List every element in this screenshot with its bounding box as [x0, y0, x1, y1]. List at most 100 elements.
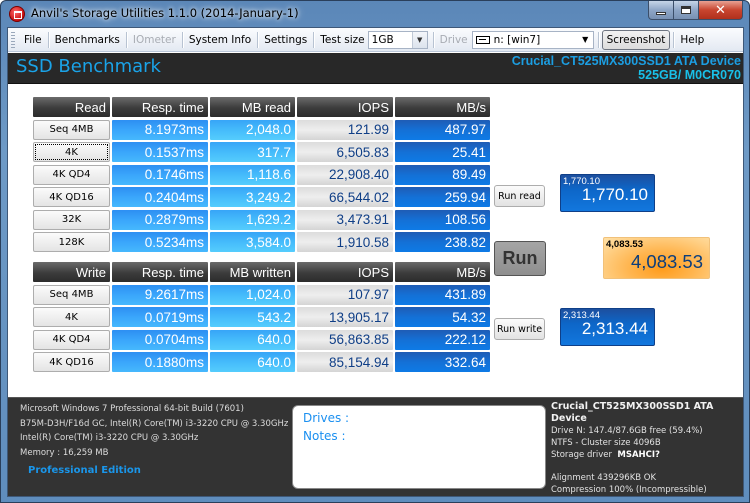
- title-bar[interactable]: Anvil's Storage Utilities 1.1.0 (2014-Ja…: [1, 1, 749, 27]
- header-band: SSD Benchmark Crucial_CT525MX300SSD1 ATA…: [8, 53, 743, 84]
- col-header-mbs: MB/s: [395, 262, 490, 282]
- mb-cell: 317.7: [210, 142, 295, 162]
- resp-time-cell: 0.0704ms: [112, 329, 208, 350]
- run-test-button[interactable]: 4K QD16: [33, 187, 110, 207]
- resp-time-cell: 0.1746ms: [112, 164, 208, 185]
- mb-cell: 640.0: [210, 329, 295, 350]
- col-header-read: Read: [33, 97, 110, 117]
- table-row: Seq 4MB 8.1973ms 2,048.0 121.99 487.97: [33, 119, 492, 141]
- table-row: 32K 0.2879ms 1,629.2 3,473.91 108.56: [33, 209, 492, 231]
- system-info-footer: Microsoft Windows 7 Professional 64-bit …: [8, 397, 743, 496]
- col-header-iops: IOPS: [297, 262, 393, 282]
- test-size-value: 1GB: [371, 33, 394, 46]
- notes-box[interactable]: Drives : Notes :: [292, 405, 546, 489]
- anvil-app-icon: [9, 6, 25, 22]
- run-test-button[interactable]: Seq 4MB: [33, 119, 110, 140]
- mbs-cell: 487.97: [395, 119, 490, 140]
- test-size-select[interactable]: 1GB ▼: [367, 30, 428, 49]
- drive-value: n: [win7]: [493, 33, 541, 46]
- iops-cell: 121.99: [297, 119, 393, 140]
- iops-cell: 6,505.83: [297, 142, 393, 162]
- run-test-button[interactable]: 4K QD16: [33, 352, 110, 372]
- chevron-down-icon[interactable]: ▼: [577, 31, 593, 48]
- run-test-button[interactable]: 128K: [33, 232, 110, 252]
- mb-cell: 2,048.0: [210, 119, 295, 140]
- run-write-button[interactable]: Run write: [494, 318, 545, 340]
- compression-info: Compression 100% (Incompressible): [551, 485, 707, 495]
- notes-label: Notes :: [303, 429, 346, 443]
- drive-select[interactable]: n: [win7] ▼: [471, 30, 594, 49]
- mbs-cell: 89.49: [395, 164, 490, 185]
- run-read-button[interactable]: Run read: [494, 185, 545, 207]
- table-row: 4K QD4 0.1746ms 1,118.6 22,908.40 89.49: [33, 164, 492, 186]
- cpu-info: Intel(R) Core(TM) i3-3220 CPU @ 3.30GHz: [20, 433, 199, 443]
- filesystem-info: NTFS - Cluster size 4096B: [551, 438, 661, 448]
- screenshot-button[interactable]: Screenshot: [601, 29, 671, 50]
- iops-cell: 1,910.58: [297, 232, 393, 252]
- total-score-small: 4,083.53: [606, 239, 643, 250]
- drive-label: Drive: [439, 33, 468, 46]
- write-score: 2,313.44: [581, 319, 648, 338]
- mbs-cell: 332.64: [395, 352, 490, 372]
- mbs-cell: 238.82: [395, 232, 490, 252]
- minimize-button[interactable]: [648, 1, 674, 20]
- mbs-cell: 259.94: [395, 187, 490, 207]
- iops-cell: 3,473.91: [297, 209, 393, 230]
- table-row: 4K QD16 0.1880ms 640.0 85,154.94 332.64: [33, 352, 492, 373]
- device-capacity-firmware: 525GB/ M0CR070: [638, 68, 741, 82]
- menu-file[interactable]: File: [18, 29, 48, 51]
- table-row: Seq 4MB 9.2617ms 1,024.0 107.97 431.89: [33, 284, 492, 306]
- resp-time-cell: 0.0719ms: [112, 307, 208, 327]
- mb-cell: 1,118.6: [210, 164, 295, 185]
- write-score-panel: 2,313.44 2,313.44: [560, 308, 655, 346]
- toolbar-separator: [597, 31, 599, 48]
- resp-time-cell: 0.2879ms: [112, 209, 208, 230]
- os-info: Microsoft Windows 7 Professional 64-bit …: [20, 404, 244, 414]
- window-controls: ✕: [648, 1, 743, 20]
- client-area: File Benchmarks IOmeter System Info Sett…: [7, 27, 744, 497]
- system-info: Microsoft Windows 7 Professional 64-bit …: [20, 402, 288, 460]
- iops-cell: 107.97: [297, 284, 393, 305]
- drives-label: Drives :: [303, 411, 350, 425]
- memory-info: Memory : 16,259 MB: [20, 447, 109, 458]
- col-header-resp-time: Resp. time: [112, 262, 208, 282]
- run-test-button[interactable]: 4K QD4: [33, 329, 110, 350]
- storage-driver: Storage driver MSAHCI?: [551, 449, 743, 461]
- col-header-mb-written: MB written: [210, 262, 295, 282]
- write-results-table: Write Resp. time MB written IOPS MB/s Se…: [33, 262, 492, 375]
- table-row: 4K 0.1537ms 317.7 6,505.83 25.41: [33, 142, 492, 163]
- menu-benchmarks[interactable]: Benchmarks: [49, 29, 126, 51]
- alignment-info: Alignment 439296KB OK: [551, 473, 657, 483]
- total-score-panel: 4,083.53 4,083.53: [603, 237, 710, 279]
- run-button[interactable]: Run: [494, 241, 546, 276]
- chevron-down-icon[interactable]: ▼: [411, 31, 427, 48]
- close-button[interactable]: ✕: [699, 1, 743, 20]
- read-score-panel: 1,770.10 1,770.10: [560, 174, 655, 212]
- toolbar-grip-icon[interactable]: [11, 31, 15, 48]
- run-test-button[interactable]: 4K: [33, 142, 110, 162]
- iops-cell: 22,908.40: [297, 164, 393, 185]
- device-name: Crucial_CT525MX300SSD1 ATA Device: [511, 54, 741, 68]
- table-row: 4K QD4 0.0704ms 640.0 56,863.85 222.12: [33, 329, 492, 351]
- run-test-button[interactable]: Seq 4MB: [33, 284, 110, 305]
- resp-time-cell: 0.1880ms: [112, 352, 208, 372]
- drive-free-space: Drive N: 147.4/87.6GB free (59.4%): [551, 426, 703, 436]
- iops-cell: 56,863.85: [297, 329, 393, 350]
- drive-info: Crucial_CT525MX300SSD1 ATA Device Drive …: [551, 401, 743, 496]
- table-row: 4K QD16 0.2404ms 3,249.2 66,544.02 259.94: [33, 187, 492, 208]
- page-title: SSD Benchmark: [16, 56, 161, 77]
- resp-time-cell: 9.2617ms: [112, 284, 208, 305]
- storage-driver-label: Storage driver: [551, 450, 612, 460]
- maximize-button[interactable]: [674, 1, 699, 20]
- menu-settings[interactable]: Settings: [258, 29, 313, 51]
- run-test-button[interactable]: 4K QD4: [33, 164, 110, 185]
- mbs-cell: 222.12: [395, 329, 490, 350]
- menu-system-info[interactable]: System Info: [183, 29, 257, 51]
- menu-iometer[interactable]: IOmeter: [127, 29, 182, 51]
- run-test-button[interactable]: 32K: [33, 209, 110, 230]
- motherboard-info: B75M-D3H/F16d GC, Intel(R) Core(TM) i3-3…: [20, 418, 289, 429]
- run-test-button[interactable]: 4K: [33, 307, 110, 327]
- menu-help[interactable]: Help: [674, 29, 710, 51]
- mbs-cell: 108.56: [395, 209, 490, 230]
- minimize-icon: [656, 11, 666, 15]
